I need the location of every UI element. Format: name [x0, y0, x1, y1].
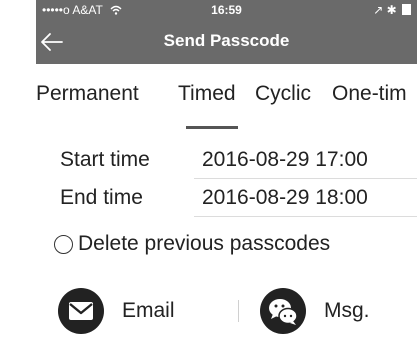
tab-bar: Permanent Timed Cyclic One-tim	[36, 70, 417, 120]
envelope-icon	[58, 288, 104, 334]
start-time-value[interactable]: 2016-08-29 17:00	[202, 148, 368, 172]
start-time-label: Start time	[60, 148, 150, 171]
selected-tab-underline	[186, 126, 238, 129]
phone-screen: •••••o A&AT 16:59 ↗ ✱ Send Passcode Perm…	[36, 0, 417, 343]
end-time-label: End time	[60, 186, 143, 209]
divider	[194, 216, 417, 217]
radio-button[interactable]	[54, 235, 73, 254]
status-bar: •••••o A&AT 16:59 ↗ ✱	[36, 0, 417, 20]
email-button[interactable]: Email	[58, 288, 178, 343]
battery-icon	[402, 4, 411, 15]
message-button[interactable]: Msg.	[260, 288, 390, 343]
email-label: Email	[122, 299, 175, 322]
tab-permanent[interactable]: Permanent	[36, 82, 139, 106]
start-time-row[interactable]: Start time 2016-08-29 17:00	[36, 141, 417, 179]
end-time-value[interactable]: 2016-08-29 18:00	[202, 186, 368, 210]
status-indicator-text: ↗ ✱	[373, 3, 397, 17]
end-time-row[interactable]: End time 2016-08-29 18:00	[36, 179, 417, 217]
share-options: Email Msg.	[36, 288, 417, 343]
status-time: 16:59	[211, 3, 242, 17]
status-indicators: ↗ ✱	[373, 3, 411, 17]
tab-cyclic[interactable]: Cyclic	[255, 82, 311, 106]
tab-timed[interactable]: Timed	[178, 82, 236, 106]
message-label: Msg.	[324, 299, 370, 322]
navigation-bar: Send Passcode	[36, 20, 417, 64]
chat-bubbles-icon	[260, 288, 306, 334]
tab-one-time[interactable]: One-tim	[332, 82, 407, 106]
delete-previous-label: Delete previous passcodes	[78, 232, 331, 255]
share-divider	[238, 300, 239, 322]
page-title: Send Passcode	[163, 31, 290, 50]
